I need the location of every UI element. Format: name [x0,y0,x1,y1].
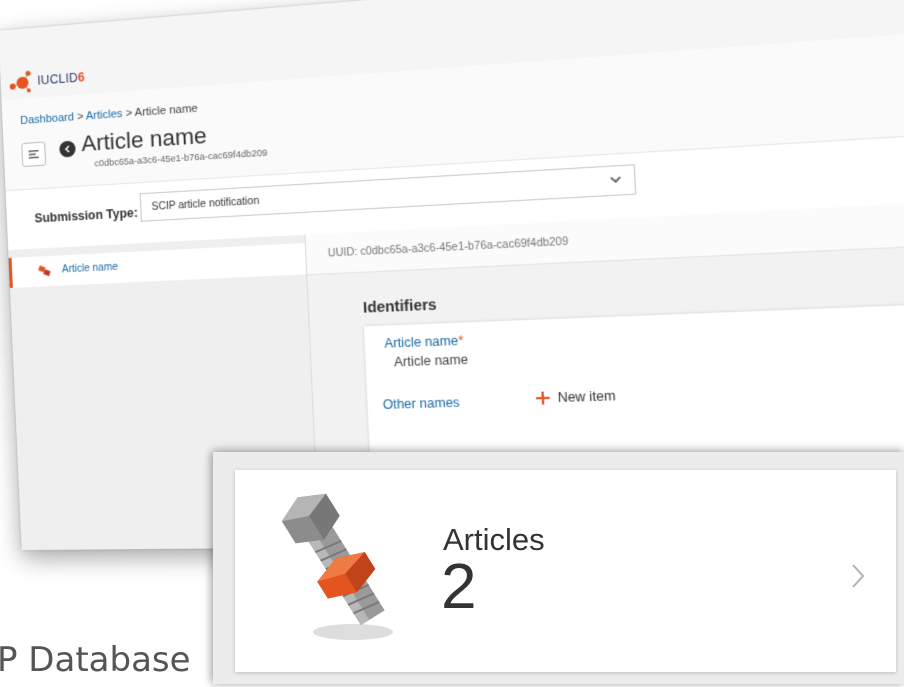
chevron-down-icon [608,174,623,186]
submission-type-label: Submission Type: [34,205,139,226]
breadcrumb-dashboard[interactable]: Dashboard [20,111,74,127]
article-icon [38,265,51,276]
back-button[interactable] [59,140,76,158]
breadcrumb-separator: > [125,107,133,120]
sidebar-item-article-name[interactable]: Article name [8,243,307,289]
breadcrumb-current: Article name [134,102,199,120]
new-item-label: New item [557,388,617,406]
article-name-field-value[interactable]: Article name [394,352,469,369]
required-marker: * [457,333,464,349]
article-name-field-label: Article name* [384,333,464,351]
plus-icon [535,391,550,405]
uuid-text: UUID: c0dbc65a-a3c6-45e1-b76a-cac69f4db2… [327,236,569,260]
breadcrumb: Dashboard > Articles > Article name [20,102,198,127]
other-names-label: Other names [382,395,461,413]
database-caption: P Database [0,640,191,680]
articles-card-container: Articles 2 [213,452,904,684]
new-item-button[interactable]: New item [535,388,617,406]
chevron-left-icon [63,145,71,154]
submission-type-value: SCIP article notification [151,195,260,213]
breadcrumb-articles[interactable]: Articles [86,108,123,123]
menu-icon [28,149,39,159]
logo-version: 6 [77,70,86,85]
section-title-identifiers: Identifiers [362,295,438,316]
chevron-right-icon[interactable] [850,562,866,590]
menu-button[interactable] [21,141,47,168]
sidebar-item-label: Article name [61,261,119,276]
articles-card[interactable]: Articles 2 [235,470,896,672]
iuclid-logo: IUCLID6 [8,66,85,94]
breadcrumb-separator: > [76,110,84,124]
bolt-nut-icon [281,493,393,640]
logo-text: IUCLID [37,70,79,88]
logo-molecule-icon [9,70,31,93]
article-name-label-text: Article name [384,333,459,351]
articles-count: 2 [441,550,477,622]
